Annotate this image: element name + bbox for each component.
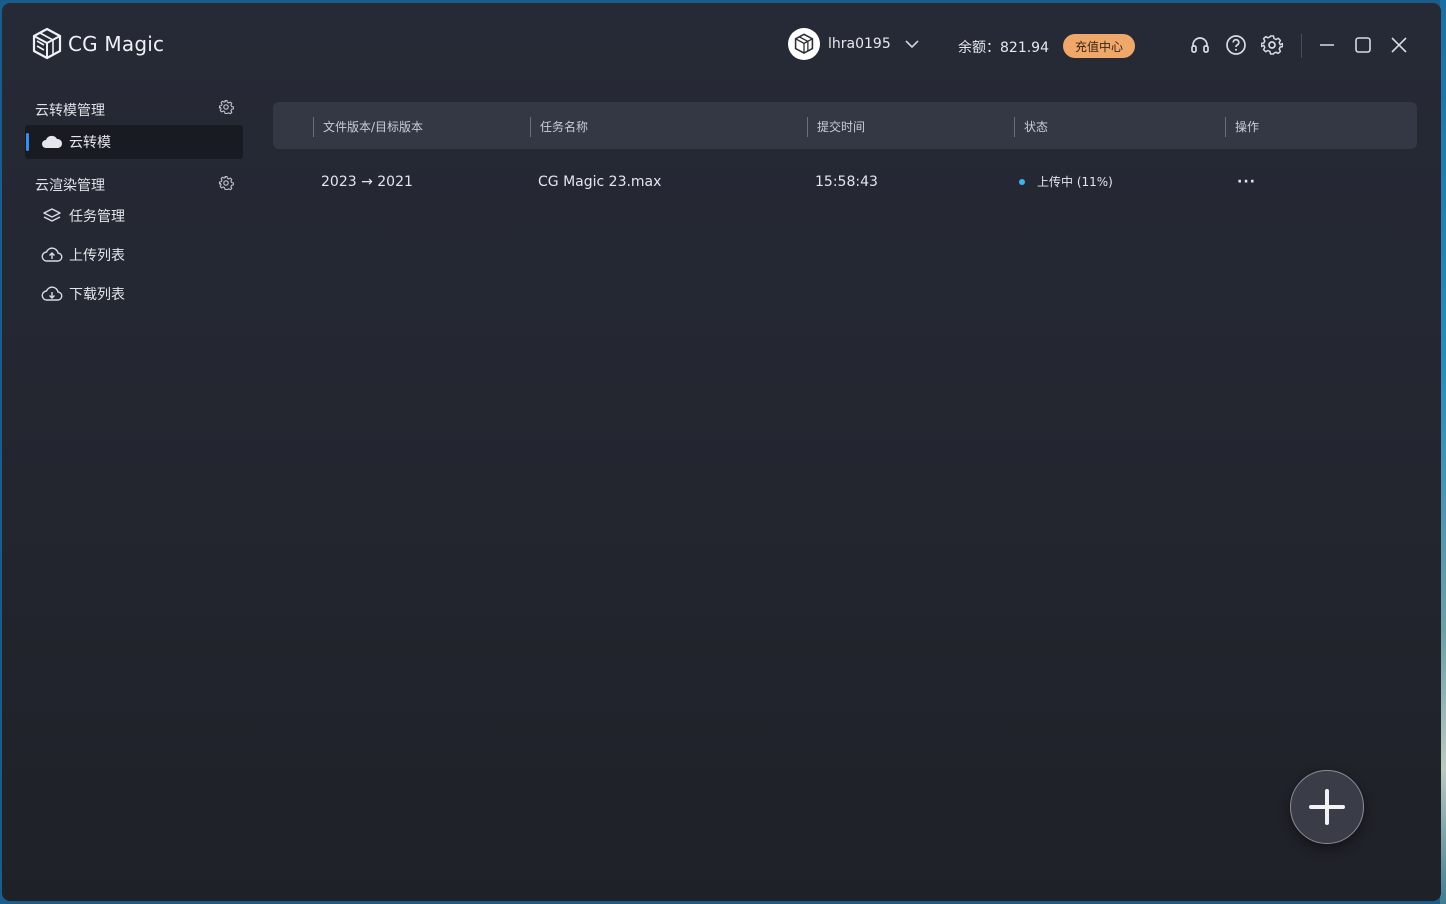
avatar-cube-icon [794,33,814,54]
column-header-actions[interactable]: 操作 [1225,117,1259,137]
sidebar-item-label: 下载列表 [69,287,125,303]
section-settings-icon[interactable] [218,99,234,115]
sidebar-item-upload-list[interactable]: 上传列表 [25,238,243,272]
sidebar-item-label: 云转模 [69,135,111,151]
cloud-download-icon [41,284,63,304]
layers-icon [41,206,63,226]
add-task-button[interactable] [1290,770,1364,844]
section-settings-icon[interactable] [218,175,234,191]
cell-status: 上传中 (11%) [1037,175,1113,189]
cloud-icon [41,132,63,152]
toolbar-divider [1301,34,1302,58]
cell-task-name: CG Magic 23.max [538,174,662,190]
sidebar-section-title: 云转模管理 [35,103,105,119]
cube-logo-icon [32,27,62,60]
more-actions-button[interactable]: ··· [1237,174,1256,190]
balance: 余额：821.94 [958,37,1049,57]
username[interactable]: lhra0195 [828,36,891,52]
cell-submit-time: 15:58:43 [815,174,878,190]
app-logo: CG Magic [30,27,164,61]
maximize-icon[interactable] [1352,34,1374,56]
sidebar-item-cloud-convert[interactable]: 云转模 [25,125,243,159]
cell-version: 2023 → 2021 [321,174,413,190]
sidebar-item-label: 任务管理 [69,209,125,225]
settings-icon[interactable] [1261,34,1283,56]
user-menu[interactable]: lhra0195 [788,28,919,60]
recharge-button[interactable]: 充值中心 [1063,34,1135,58]
app-window: CG Magic lhra0195 余额：821.94 充值中心 云转模管理 云… [2,3,1441,901]
sidebar-section-title: 云渲染管理 [35,178,105,194]
minimize-icon[interactable] [1316,34,1338,56]
status-dot [1019,179,1025,185]
cloud-upload-icon [41,245,63,265]
column-header-version[interactable]: 文件版本/目标版本 [313,117,423,137]
balance-label: 余额： [958,40,1000,56]
sidebar-item-label: 上传列表 [69,248,125,264]
avatar[interactable] [788,28,820,60]
column-header-submit-time[interactable]: 提交时间 [807,117,865,137]
help-icon[interactable] [1225,34,1247,56]
headset-icon[interactable] [1189,34,1211,56]
sidebar-item-download-list[interactable]: 下载列表 [25,277,243,311]
column-header-task-name[interactable]: 任务名称 [530,117,588,137]
chevron-down-icon[interactable] [905,39,919,49]
plus-icon [1309,789,1345,825]
column-header-status[interactable]: 状态 [1014,117,1048,137]
app-name: CG Magic [68,32,165,56]
table-header: 文件版本/目标版本 任务名称 提交时间 状态 操作 [273,102,1417,149]
sidebar-item-task-management[interactable]: 任务管理 [25,199,243,233]
balance-value: 821.94 [1000,40,1049,56]
close-icon[interactable] [1388,34,1410,56]
